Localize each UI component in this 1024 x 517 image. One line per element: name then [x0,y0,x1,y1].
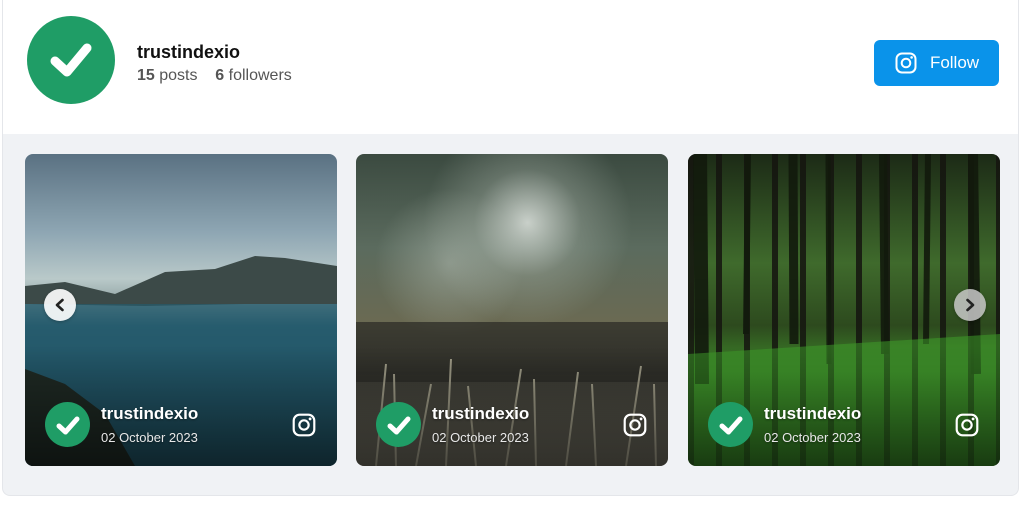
profile-avatar[interactable] [27,16,115,104]
check-icon [719,416,742,434]
profile-name[interactable]: trustindexio [137,42,240,63]
post-avatar[interactable] [708,402,753,447]
followers-label: followers [228,67,292,84]
instagram-icon[interactable] [291,412,317,438]
instagram-feed-widget: trustindexio 15 posts 6 followers Follow [2,0,1019,496]
prev-button[interactable] [44,289,76,321]
follow-label: Follow [929,53,980,72]
profile-stats: 15 posts 6 followers [137,67,292,85]
posts-count: 15 [137,67,155,84]
next-button[interactable] [954,289,986,321]
post-username[interactable]: trustindexio [101,404,198,424]
followers-count: 6 [215,67,225,84]
post-card[interactable]: trustindexio 02 October 2023 [356,154,668,466]
instagram-icon[interactable] [954,412,980,438]
profile-header: trustindexio 15 posts 6 followers Follow [3,0,1018,134]
follow-button[interactable]: Follow [874,40,999,86]
post-avatar[interactable] [376,402,421,447]
posts-label: posts [159,67,198,84]
post-avatar[interactable] [45,402,90,447]
check-icon [56,416,79,434]
post-date: 02 October 2023 [764,430,861,445]
post-date: 02 October 2023 [432,430,529,445]
post-card[interactable]: trustindexio 02 October 2023 [688,154,1000,466]
post-username[interactable]: trustindexio [764,404,861,424]
check-icon [387,416,410,434]
chevron-left-icon [55,298,64,312]
chevron-right-icon [966,298,975,312]
instagram-icon[interactable] [622,412,648,438]
check-icon [50,43,92,77]
post-username[interactable]: trustindexio [432,404,529,424]
instagram-icon [895,52,917,74]
post-date: 02 October 2023 [101,430,198,445]
